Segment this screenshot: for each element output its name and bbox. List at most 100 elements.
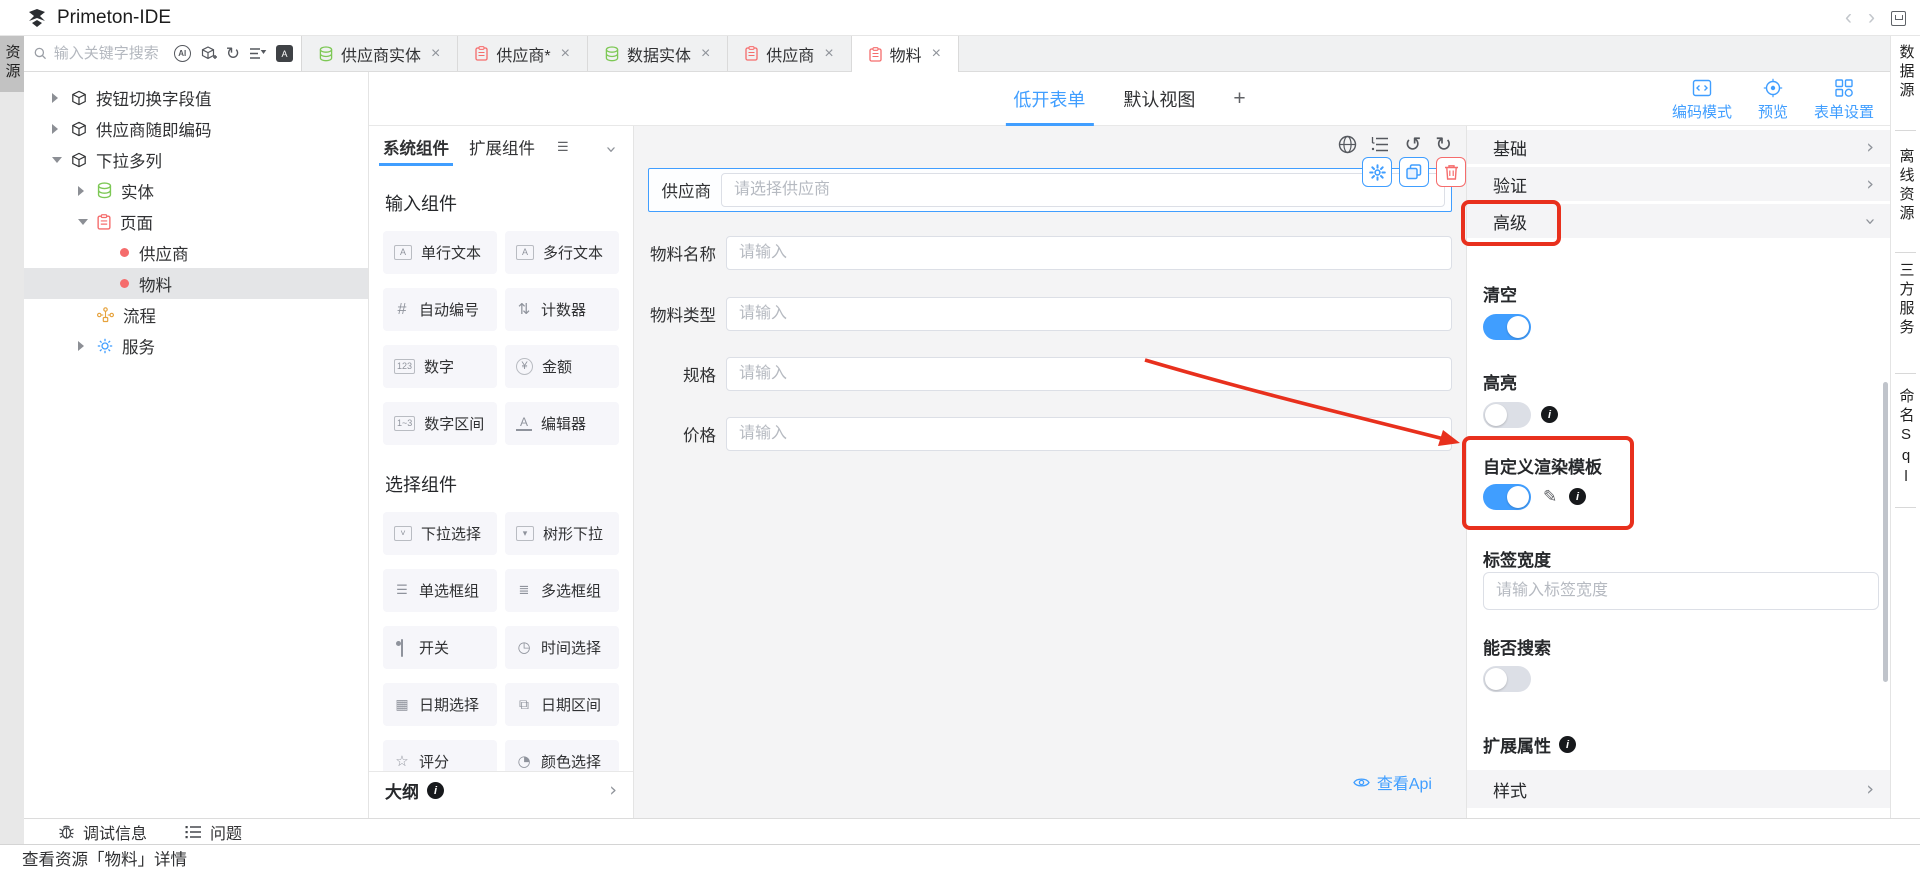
component-card-number[interactable]: 123数字 [383, 345, 497, 388]
tree-item-supplier-page[interactable]: 供应商 [24, 237, 368, 268]
component-card-time-picker[interactable]: ◷时间选择 [505, 626, 619, 669]
doc-tab-supplier-page[interactable]: 供应商 × [728, 36, 851, 71]
clear-toggle[interactable] [1483, 314, 1531, 340]
form-field-spec[interactable]: 规格 [648, 357, 1452, 391]
outline-section-header[interactable]: 大纲 › [369, 771, 633, 809]
supplier-select-input[interactable] [721, 173, 1445, 207]
edit-template-pencil-icon[interactable]: ✎ [1543, 487, 1557, 507]
form-field-supplier[interactable]: 供应商 [648, 168, 1452, 212]
component-card-editor[interactable]: A编辑器 [505, 402, 619, 445]
add-model-icon[interactable] [200, 45, 217, 62]
tree-item-flow[interactable]: 流程 [24, 299, 368, 330]
expander-icon[interactable] [78, 341, 90, 351]
expander-icon[interactable] [52, 93, 64, 103]
code-mode-button[interactable]: 编码模式 [1672, 78, 1732, 122]
field-copy-button[interactable] [1399, 157, 1429, 187]
material-name-input[interactable] [726, 236, 1452, 270]
form-field-price[interactable]: 价格 [648, 417, 1452, 451]
component-card-number-range[interactable]: 1~3数字区间 [383, 402, 497, 445]
save-layout-icon[interactable] [1891, 11, 1906, 26]
props-group-style[interactable]: 样式 › [1467, 770, 1890, 808]
strip-tab-offline-resources[interactable]: 离线资源 [1891, 148, 1920, 224]
refresh-icon[interactable]: ↻ [226, 45, 240, 62]
component-card-dropdown-select[interactable]: ˅下拉选择 [383, 512, 497, 555]
redo-icon[interactable]: ↻ [1435, 134, 1452, 154]
add-view-button[interactable]: + [1233, 87, 1245, 111]
nav-forward-icon[interactable]: › [1868, 6, 1875, 30]
tab-system-components[interactable]: 系统组件 [383, 126, 449, 168]
strip-tab-thirdparty-services[interactable]: 三方服务 [1891, 262, 1920, 338]
tree-item-material-page[interactable]: 物料 [24, 268, 368, 299]
close-icon[interactable]: × [701, 45, 710, 63]
tab-extension-components[interactable]: 扩展组件 [469, 126, 535, 168]
tree-item-entity[interactable]: 实体 [24, 175, 368, 206]
custom-render-toggle[interactable] [1483, 484, 1531, 510]
label-width-input[interactable] [1483, 572, 1879, 610]
strip-tab-datasource[interactable]: 数据源 [1891, 44, 1920, 101]
view-tab-default-view[interactable]: 默认视图 [1123, 86, 1195, 112]
form-field-material-name[interactable]: 物料名称 [648, 236, 1452, 270]
component-card-switch[interactable]: 开关 [383, 626, 497, 669]
tree-item-dropdown-multicol[interactable]: 下拉多列 [24, 144, 368, 175]
info-icon[interactable] [1559, 736, 1576, 753]
props-group-advanced[interactable]: 高级 › [1467, 204, 1890, 238]
close-icon[interactable]: × [932, 45, 941, 63]
properties-scrollbar[interactable] [1883, 382, 1888, 682]
tree-item-supplier-autocode[interactable]: 供应商随即编码 [24, 113, 368, 144]
expander-icon[interactable] [78, 219, 90, 225]
searchable-toggle[interactable] [1483, 666, 1531, 692]
nav-back-icon[interactable]: ‹ [1845, 6, 1852, 30]
close-icon[interactable]: × [431, 45, 440, 63]
field-settings-button[interactable] [1362, 157, 1392, 187]
highlight-toggle[interactable] [1483, 402, 1531, 428]
component-card-counter[interactable]: ⇅计数器 [505, 288, 619, 331]
outline-tree-icon[interactable] [1371, 136, 1390, 153]
component-card-radio-group[interactable]: ☰单选框组 [383, 569, 497, 612]
price-input[interactable] [726, 417, 1452, 451]
spec-input[interactable] [726, 357, 1452, 391]
view-api-link[interactable]: 查看Api [1353, 770, 1432, 794]
doc-tab-supplier-page-dirty[interactable]: 供应商* × [458, 36, 588, 71]
component-card-date-range[interactable]: ⧉日期区间 [505, 683, 619, 726]
expander-icon[interactable] [52, 124, 64, 134]
close-icon[interactable]: × [561, 45, 570, 63]
expander-icon[interactable] [78, 186, 90, 196]
close-icon[interactable]: × [824, 45, 833, 63]
search-input[interactable] [54, 45, 172, 62]
component-card-checkbox-group[interactable]: ≣多选框组 [505, 569, 619, 612]
doc-tab-supplier-entity[interactable]: 供应商实体 × [302, 36, 458, 71]
form-settings-button[interactable]: 表单设置 [1814, 78, 1874, 122]
preview-button[interactable]: 预览 [1758, 78, 1788, 122]
component-card-tree-dropdown[interactable]: ▾树形下拉 [505, 512, 619, 555]
form-field-material-type[interactable]: 物料类型 [648, 297, 1452, 331]
i18n-globe-icon[interactable] [1338, 135, 1357, 154]
tree-item-pages[interactable]: 页面 [24, 206, 368, 237]
undo-icon[interactable]: ↺ [1404, 134, 1421, 154]
ai-assist-icon[interactable]: AI [174, 45, 191, 62]
strip-tab-named-sql[interactable]: 命名Sql [1891, 388, 1920, 489]
component-card-multi-line-text[interactable]: A多行文本 [505, 231, 619, 274]
tree-item-services[interactable]: 服务 [24, 330, 368, 361]
field-delete-button[interactable] [1436, 157, 1466, 187]
component-card-single-line-text[interactable]: A单行文本 [383, 231, 497, 274]
component-list-layout-icon[interactable]: ☰ [557, 139, 569, 155]
info-icon[interactable] [1541, 406, 1558, 423]
component-card-amount[interactable]: ¥金额 [505, 345, 619, 388]
doc-tab-data-entity[interactable]: 数据实体 × [588, 36, 728, 71]
info-icon[interactable] [1569, 488, 1586, 505]
component-card-auto-number[interactable]: #自动编号 [383, 288, 497, 331]
props-group-basic[interactable]: 基础 › [1467, 130, 1890, 164]
sort-tree-icon[interactable] [249, 46, 267, 61]
collapse-panel-icon[interactable]: › [602, 146, 621, 154]
form-design-canvas[interactable]: ↺ ↻ 供应商 物料名称 物料类型 规格 [634, 126, 1466, 818]
resources-strip-tab[interactable]: 资源 [0, 36, 24, 92]
props-group-validation[interactable]: 验证 › [1467, 167, 1890, 201]
view-tab-lowcode-form[interactable]: 低开表单 [1013, 72, 1085, 126]
problems-button[interactable]: 问题 [185, 820, 242, 844]
material-type-input[interactable] [726, 297, 1452, 331]
component-card-date-picker[interactable]: ▦日期选择 [383, 683, 497, 726]
tree-item-button-switch[interactable]: 按钮切换字段值 [24, 82, 368, 113]
debug-info-button[interactable]: 调试信息 [58, 820, 147, 844]
doc-tab-material-page[interactable]: 物料 × [852, 36, 959, 72]
quick-locate-icon[interactable]: A [276, 45, 293, 62]
